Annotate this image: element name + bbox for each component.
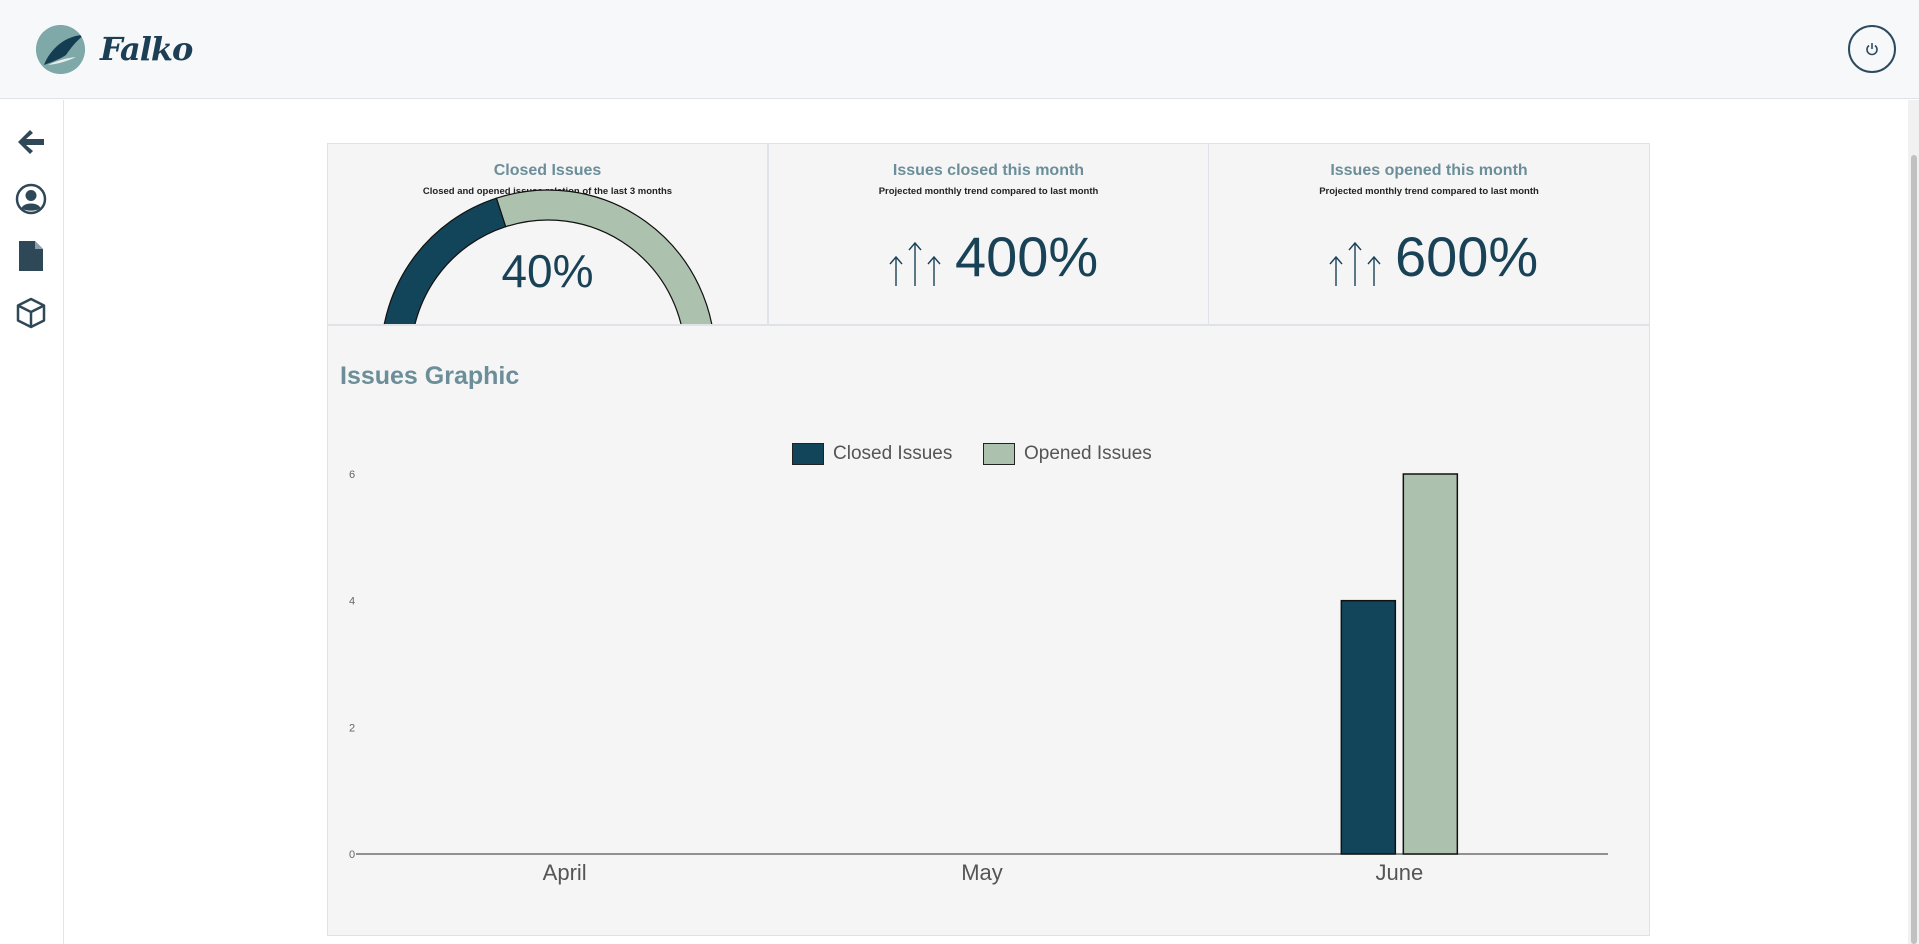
y-tick-label: 4: [349, 596, 355, 608]
x-tick-label: April: [543, 860, 587, 885]
cube-icon[interactable]: [14, 296, 48, 330]
card-subtitle: Projected monthly trend compared to last…: [1319, 186, 1539, 197]
y-tick-label: 6: [349, 469, 355, 481]
issues-opened-month-card: Issues opened this month Projected month…: [1208, 143, 1650, 325]
top-bar: Falko: [0, 0, 1919, 99]
x-tick-label: June: [1375, 860, 1423, 885]
card-title: Issues closed this month: [892, 162, 1085, 179]
issues-closed-month-card: Issues closed this month Projected month…: [768, 143, 1209, 325]
arrow-left-icon[interactable]: [14, 125, 48, 159]
card-title: Issues opened this month: [1330, 162, 1528, 179]
y-tick-label: 2: [349, 722, 355, 734]
trend-up-arrows-icon: [889, 241, 941, 286]
scrollbar-thumb[interactable]: [1911, 155, 1917, 944]
issues-graphic-panel: Issues Graphic Closed Issues Opened Issu…: [327, 325, 1650, 936]
brand-name[interactable]: Falko: [100, 30, 193, 68]
user-circle-icon[interactable]: [14, 182, 48, 216]
trend-value: 600%: [1395, 225, 1539, 288]
falcon-logo-icon[interactable]: [36, 25, 85, 74]
trend-up-arrows-icon: [1329, 241, 1381, 286]
x-tick-label: May: [961, 860, 1003, 885]
bar-chart: 0 2 4 6 April May June: [349, 469, 1608, 885]
file-icon[interactable]: [14, 239, 48, 273]
trend-value: 400%: [955, 225, 1099, 288]
y-tick-label: 0: [349, 849, 355, 861]
gauge-value: 40%: [501, 245, 594, 297]
sidebar: [0, 100, 64, 944]
power-icon[interactable]: [1848, 25, 1896, 73]
card-subtitle: Projected monthly trend compared to last…: [878, 186, 1099, 197]
bar-closed-issues: [1340, 599, 1397, 855]
bar-opened-issues: [1402, 473, 1459, 855]
closed-issues-card: Closed Issues Closed and opened issues r…: [327, 143, 768, 325]
